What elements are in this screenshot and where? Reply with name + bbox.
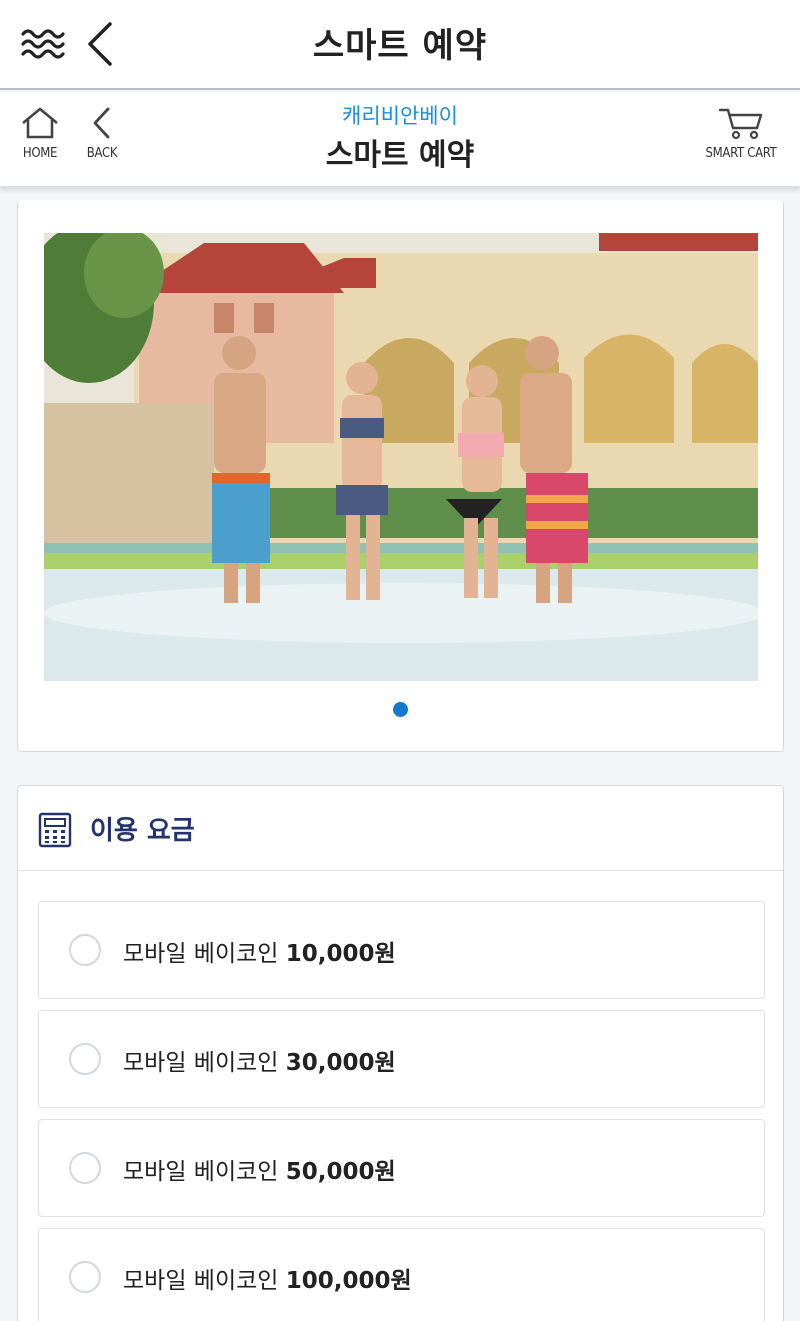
option-name: 모바일 베이코인 [123, 1268, 279, 1294]
radio-button[interactable] [69, 1152, 101, 1184]
smart-cart-button[interactable]: SMART CART [696, 106, 786, 176]
slider-dot-active[interactable] [393, 702, 408, 717]
price-option[interactable]: 모바일 베이코인 10,000원 [38, 901, 765, 999]
calculator-icon [38, 812, 72, 848]
option-amount: 50,000원 [285, 1159, 396, 1185]
option-name: 모바일 베이코인 [123, 1159, 279, 1185]
page-title: 스마트 예약 [325, 138, 475, 173]
price-option[interactable]: 모바일 베이코인 30,000원 [38, 1010, 765, 1108]
price-option[interactable]: 모바일 베이코인 50,000원 [38, 1119, 765, 1217]
app-bar: 스마트 예약 [0, 0, 800, 90]
option-name: 모바일 베이코인 [123, 941, 279, 967]
price-option[interactable]: 모바일 베이코인 100,000원 [38, 1228, 765, 1321]
smart-cart-label: SMART CART [705, 146, 777, 161]
option-amount: 10,000원 [285, 941, 396, 967]
brand-name: 캐리비안베이 [342, 104, 458, 128]
radio-button[interactable] [69, 1043, 101, 1075]
slide-image[interactable] [44, 233, 758, 681]
cart-icon [718, 108, 763, 140]
option-amount: 100,000원 [285, 1268, 412, 1294]
image-slider [17, 200, 784, 752]
site-header: HOME BACK 캐리비안베이 스마트 예약 SMART CART [0, 92, 800, 187]
waterpark-photo [44, 233, 758, 681]
pricing-title: 이용 요금 [90, 816, 195, 846]
pricing-card: 이용 요금 모바일 베이코인 10,000원 모바일 베이코인 30,000원 … [17, 785, 784, 1321]
pricing-header: 이용 요금 [18, 786, 783, 871]
radio-button[interactable] [69, 934, 101, 966]
app-title: 스마트 예약 [312, 26, 488, 66]
option-name: 모바일 베이코인 [123, 1050, 279, 1076]
option-amount: 30,000원 [285, 1050, 396, 1076]
radio-button[interactable] [69, 1261, 101, 1293]
